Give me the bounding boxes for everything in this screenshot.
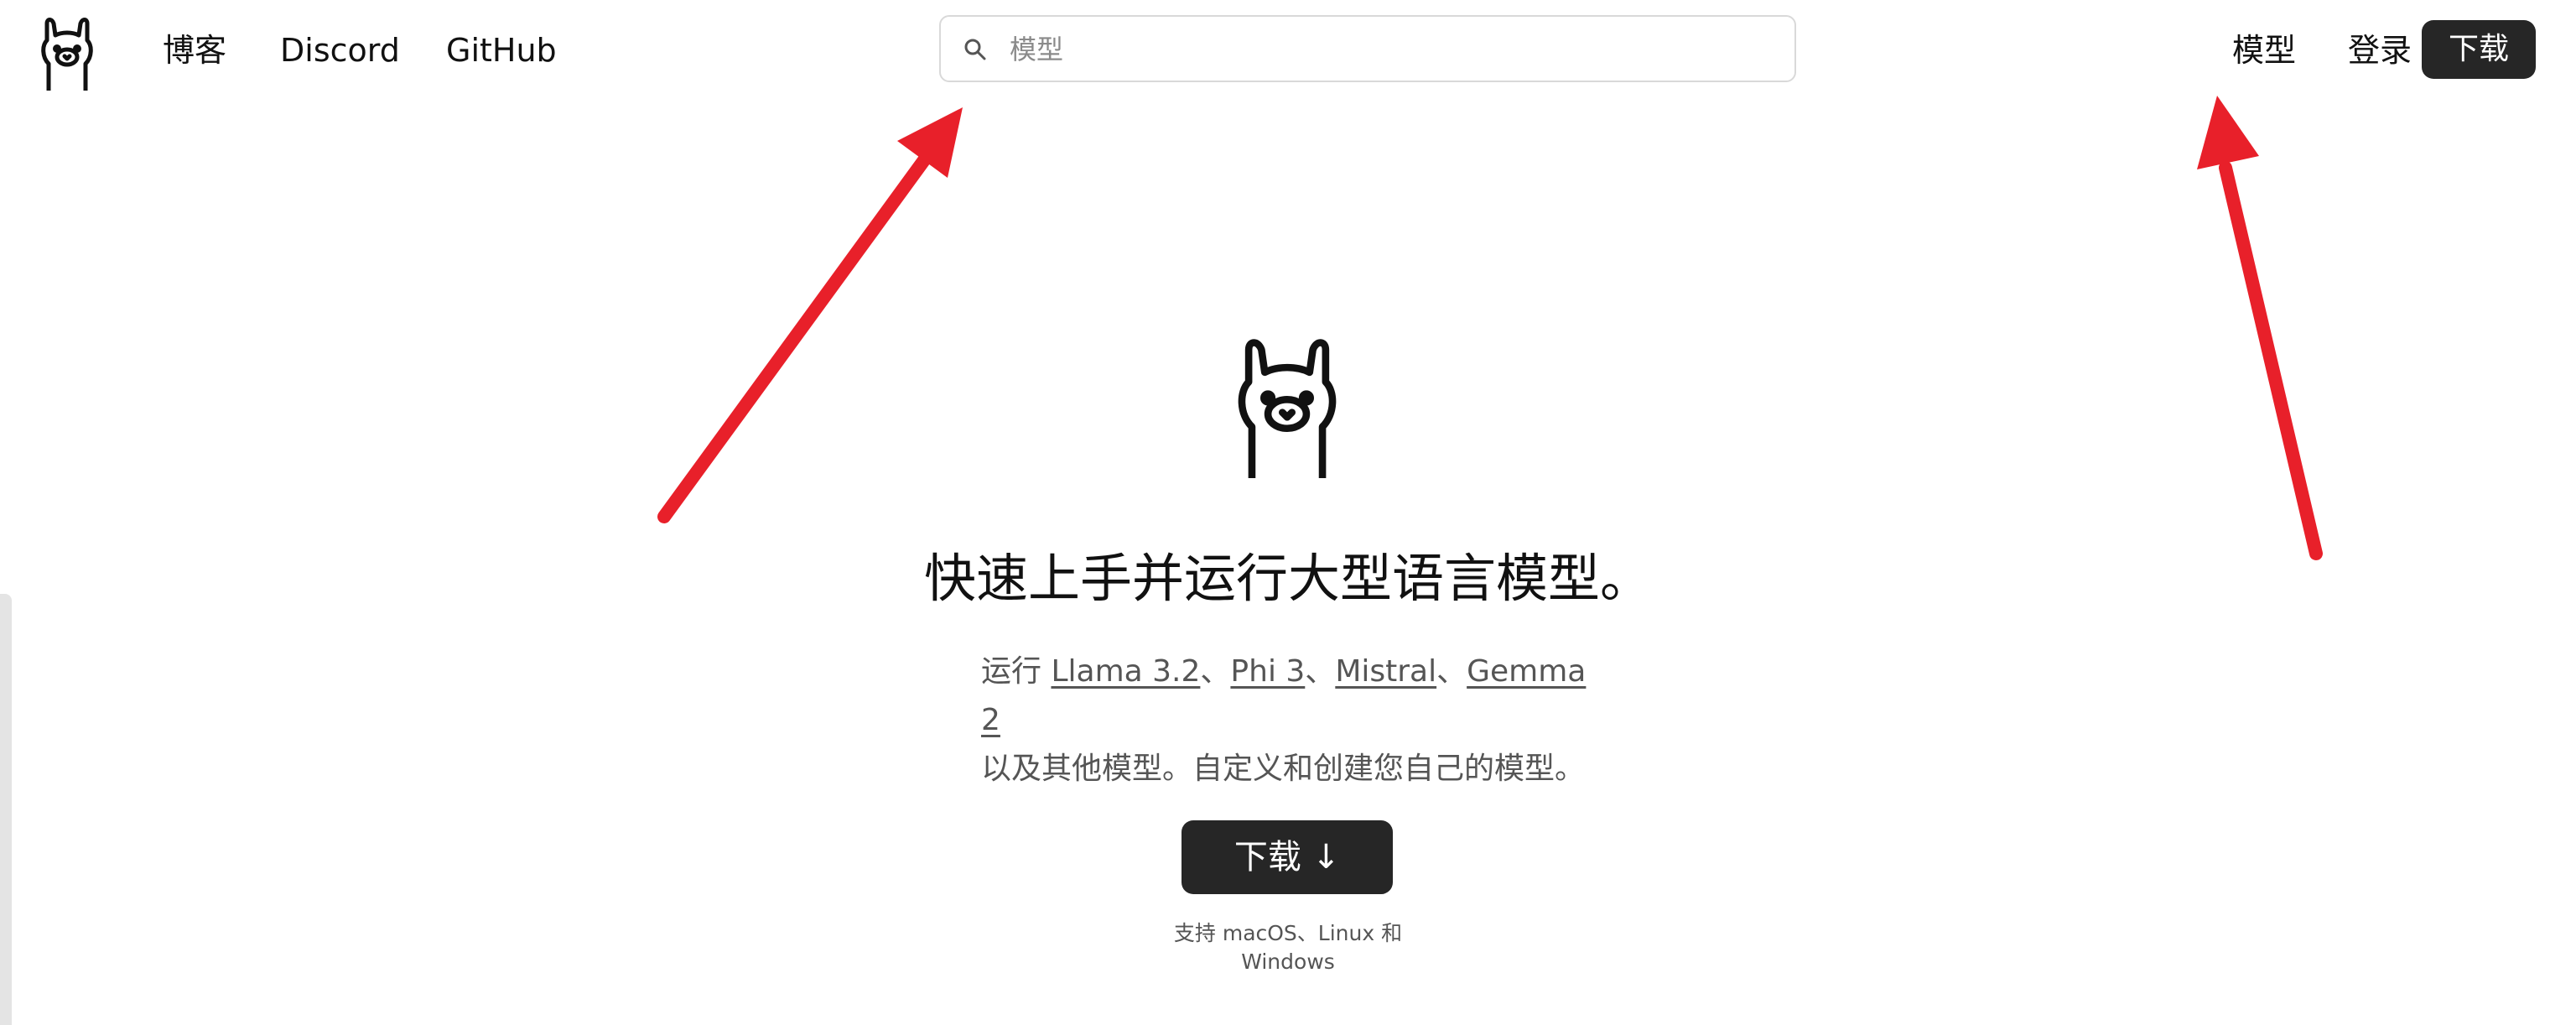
- hero-subtitle-line-1: 运行 Llama 3.2、Phi 3、Mistral、Gemma 2: [981, 648, 1602, 745]
- red-arrow-icon: [657, 107, 963, 523]
- model-link-mistral[interactable]: Mistral: [1335, 654, 1436, 689]
- download-button-header[interactable]: 下载: [2422, 20, 2536, 79]
- nav-link-blog[interactable]: 博客: [163, 25, 226, 75]
- subtitle-prefix: 运行: [981, 654, 1052, 689]
- nav-link-discord[interactable]: Discord: [280, 25, 400, 75]
- nav-link-login[interactable]: 登录: [2348, 25, 2412, 75]
- nav-link-models[interactable]: 模型: [2232, 25, 2296, 75]
- page: 博客 Discord GitHub 模型 登录 下载 快速上手并运行大型语言模型…: [0, 0, 2576, 1025]
- model-link-llama[interactable]: Llama 3.2: [1051, 654, 1200, 689]
- search-input[interactable]: [1008, 25, 1766, 74]
- hero-title: 快速上手并运行大型语言模型。: [923, 548, 1652, 609]
- search-box[interactable]: [939, 15, 1796, 82]
- subtitle-separator: 、: [1436, 654, 1467, 689]
- hero-subtitle-line-2: 以及其他模型。自定义和创建您自己的模型。: [981, 752, 1586, 786]
- scrollbar[interactable]: [0, 594, 12, 1025]
- llama-logo-icon: [1228, 334, 1346, 482]
- download-button-main[interactable]: 下载 ↓: [1182, 820, 1393, 894]
- nav-link-github[interactable]: GitHub: [446, 25, 557, 75]
- subtitle-separator: 、: [1305, 654, 1336, 689]
- search-icon: [963, 37, 988, 62]
- subtitle-separator: 、: [1200, 654, 1231, 689]
- llama-logo-icon[interactable]: [37, 15, 97, 93]
- red-arrow-icon: [2197, 96, 2323, 560]
- model-link-phi[interactable]: Phi 3: [1230, 654, 1305, 689]
- supported-platforms-text: 支持 macOS、Linux 和 Windows: [1173, 921, 1403, 974]
- hero-subtitle: 运行 Llama 3.2、Phi 3、Mistral、Gemma 2 以及其他模…: [981, 648, 1602, 793]
